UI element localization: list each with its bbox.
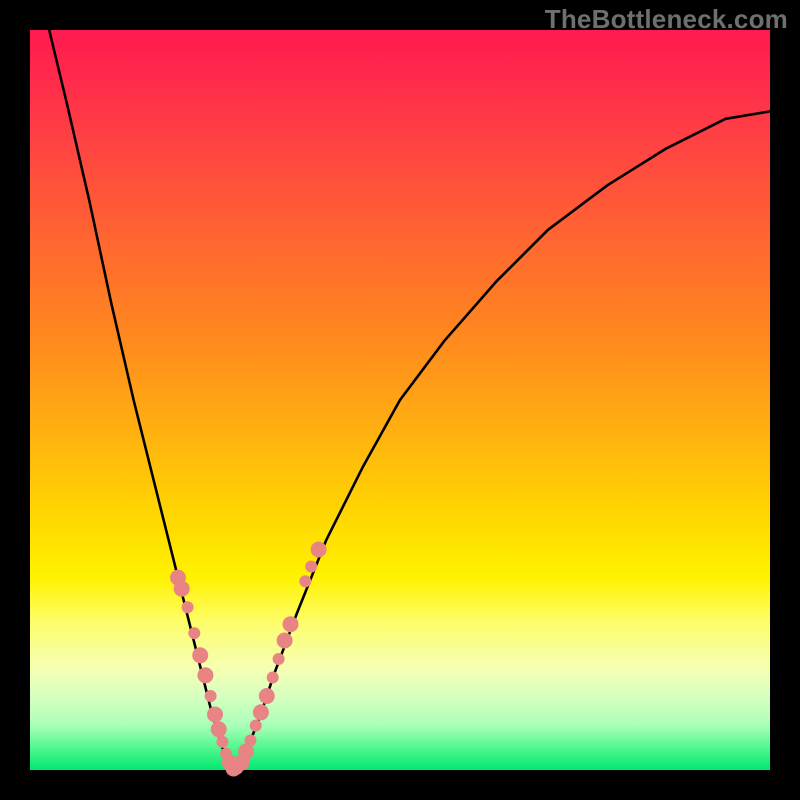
highlight-dot	[273, 653, 285, 665]
watermark-text: TheBottleneck.com	[545, 4, 788, 35]
highlight-dot	[259, 688, 275, 704]
highlight-dot	[182, 601, 194, 613]
highlight-dot	[267, 672, 279, 684]
bottleneck-curve	[49, 30, 770, 770]
highlight-dots	[170, 542, 327, 777]
plot-area	[30, 30, 770, 770]
highlight-dot	[211, 721, 227, 737]
highlight-dot	[299, 575, 311, 587]
highlight-dot	[283, 616, 299, 632]
highlight-dot	[205, 690, 217, 702]
highlight-dot	[174, 581, 190, 597]
highlight-dot	[305, 561, 317, 573]
chart-frame: TheBottleneck.com	[0, 0, 800, 800]
highlight-dot	[245, 734, 257, 746]
highlight-dot	[192, 647, 208, 663]
highlight-dot	[311, 542, 327, 558]
highlight-dot	[188, 627, 200, 639]
curve-layer	[49, 30, 770, 770]
highlight-dot	[253, 704, 269, 720]
chart-svg	[30, 30, 770, 770]
highlight-dot	[277, 633, 293, 649]
highlight-dot	[250, 720, 262, 732]
highlight-dot	[197, 667, 213, 683]
highlight-dot	[216, 736, 228, 748]
highlight-dot	[207, 707, 223, 723]
